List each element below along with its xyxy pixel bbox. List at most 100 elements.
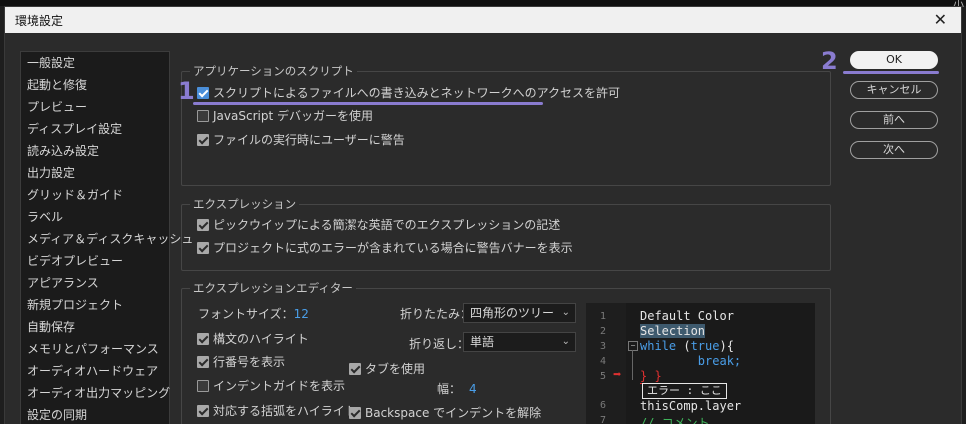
checkbox-checked-icon[interactable] bbox=[197, 87, 209, 99]
sidebar-item-new-project[interactable]: 新規プロジェクト bbox=[21, 294, 169, 316]
code-line-while: while (true){ bbox=[640, 339, 734, 353]
checkbox-checked-icon[interactable] bbox=[197, 405, 209, 417]
expressions-legend: エクスプレッション bbox=[190, 196, 300, 212]
tab-width-label: 幅： bbox=[437, 382, 462, 396]
dialog-title: 環境設定 bbox=[15, 14, 64, 28]
checkbox-label: タブを使用 bbox=[365, 362, 426, 376]
code-line-selection: Selection bbox=[640, 324, 706, 338]
ok-button[interactable]: OK bbox=[850, 51, 938, 69]
annotation-number-1: 1 bbox=[178, 77, 195, 105]
checkbox-label: Backspace でインデントを解除 bbox=[365, 406, 542, 420]
sidebar-item-audio-hardware[interactable]: オーディオハードウェア bbox=[21, 360, 169, 382]
checkbox-checked-icon[interactable] bbox=[197, 134, 209, 146]
checkbox-label: 行番号を表示 bbox=[213, 355, 286, 369]
error-tooltip: エラー : ここ bbox=[642, 383, 727, 399]
tab-width-value[interactable]: 4 bbox=[469, 382, 477, 396]
backspace-unindent-checkbox[interactable]: Backspace でインデントを解除 bbox=[349, 404, 541, 422]
close-icon[interactable]: ✕ bbox=[934, 10, 947, 29]
sidebar-item-appearance[interactable]: アピアランス bbox=[21, 272, 169, 294]
next-button[interactable]: 次へ bbox=[850, 141, 938, 159]
fold-style-value: 四角形のツリー bbox=[470, 306, 555, 320]
checkbox-label: インデントガイドを表示 bbox=[213, 379, 346, 393]
checkbox-checked-icon[interactable] bbox=[197, 242, 209, 254]
checkbox-label: ピックウイップによる簡潔な英語でのエクスプレッションの記述 bbox=[213, 218, 561, 232]
pickwhip-english-checkbox[interactable]: ピックウイップによる簡潔な英語でのエクスプレッションの記述 bbox=[197, 216, 560, 234]
line-number: 2 bbox=[600, 326, 607, 337]
checkbox-label: 対応する括弧をハイライト bbox=[213, 404, 357, 418]
cancel-button[interactable]: キャンセル bbox=[850, 81, 938, 99]
error-marker-icon: ➡ bbox=[613, 367, 622, 383]
sidebar-item-output[interactable]: 出力設定 bbox=[21, 162, 169, 184]
warn-on-file-run-checkbox[interactable]: ファイルの実行時にユーザーに警告 bbox=[197, 131, 405, 149]
code-preview: 1 2 3 4 5 6 7 − ➡ Default Color Selectio… bbox=[586, 303, 815, 424]
sidebar-item-audio-output-mapping[interactable]: オーディオ出力マッピング bbox=[21, 382, 170, 404]
checkbox-checked-icon[interactable] bbox=[197, 219, 209, 231]
checkbox-label: JavaScript デバッガーを使用 bbox=[213, 109, 373, 123]
javascript-debugger-checkbox[interactable]: JavaScript デバッガーを使用 bbox=[197, 107, 373, 125]
annotation-underline bbox=[193, 102, 543, 105]
code-line-error-brace: } } bbox=[640, 369, 662, 384]
checkbox-unchecked-icon[interactable] bbox=[197, 110, 209, 122]
sidebar-item-previews[interactable]: プレビュー bbox=[21, 96, 169, 118]
checkbox-unchecked-icon[interactable] bbox=[197, 380, 209, 392]
indent-guides-checkbox[interactable]: インデントガイドを表示 bbox=[197, 377, 345, 395]
wrap-label: 折り返し： bbox=[409, 337, 470, 351]
line-number: 3 bbox=[600, 341, 607, 352]
checkbox-checked-icon[interactable] bbox=[349, 407, 361, 419]
expression-editor-legend: エクスプレッションエディター bbox=[190, 280, 356, 296]
sidebar-item-import[interactable]: 読み込み設定 bbox=[21, 140, 169, 162]
sidebar-item-auto-save[interactable]: 自動保存 bbox=[21, 316, 169, 338]
checkbox-checked-icon[interactable] bbox=[197, 333, 209, 345]
sidebar-item-grids-guides[interactable]: グリッド＆ガイド bbox=[21, 184, 169, 206]
checkbox-checked-icon[interactable] bbox=[197, 356, 209, 368]
line-number: 7 bbox=[600, 415, 607, 424]
font-size-label: フォントサイズ： bbox=[198, 307, 294, 321]
chevron-down-icon: ⌄ bbox=[561, 307, 570, 318]
sidebar-item-memory-performance[interactable]: メモリとパフォーマンス bbox=[21, 338, 169, 360]
checkbox-label: 構文のハイライト bbox=[213, 332, 309, 346]
fold-guide-line bbox=[632, 350, 633, 380]
fold-label: 折りたたみ： bbox=[400, 307, 473, 321]
sidebar-item-general[interactable]: 一般設定 bbox=[21, 52, 169, 74]
category-list[interactable]: 一般設定 起動と修復 プレビュー ディスプレイ設定 読み込み設定 出力設定 グリ… bbox=[20, 51, 193, 424]
keyword-token: true bbox=[690, 339, 720, 353]
title-bar: 環境設定 ✕ bbox=[5, 7, 961, 33]
sidebar-item-media-cache[interactable]: メディア＆ディスクキャッシュ bbox=[21, 228, 193, 250]
line-number: 6 bbox=[600, 400, 607, 411]
sidebar-item-sync-settings[interactable]: 設定の同期 bbox=[21, 404, 169, 424]
code-line-break: break; bbox=[640, 354, 742, 368]
chevron-down-icon: ⌄ bbox=[561, 336, 570, 347]
line-number: 5 bbox=[600, 371, 607, 382]
line-numbers-checkbox[interactable]: 行番号を表示 bbox=[197, 353, 285, 371]
bracket-highlight-checkbox[interactable]: 対応する括弧をハイライト bbox=[197, 402, 357, 420]
sidebar-item-startup-repair[interactable]: 起動と修復 bbox=[21, 74, 169, 96]
sidebar-item-labels[interactable]: ラベル bbox=[21, 206, 169, 228]
sidebar-item-display[interactable]: ディスプレイ設定 bbox=[21, 118, 169, 140]
preferences-dialog: 環境設定 ✕ 一般設定 起動と修復 プレビュー ディスプレイ設定 読み込み設定 … bbox=[4, 6, 962, 424]
code-line-thiscomp: thisComp.layer bbox=[640, 399, 742, 413]
keyword-token: while bbox=[640, 339, 677, 353]
tab-width-row: 幅： 4 bbox=[437, 380, 477, 397]
annotation-number-2: 2 bbox=[821, 47, 838, 75]
font-size-value[interactable]: 12 bbox=[294, 307, 309, 321]
wrap-value: 単語 bbox=[470, 335, 495, 349]
syntax-highlight-checkbox[interactable]: 構文のハイライト bbox=[197, 330, 309, 348]
use-tabs-checkbox[interactable]: タブを使用 bbox=[349, 360, 425, 378]
app-scripts-legend: アプリケーションのスクリプト bbox=[190, 63, 357, 79]
line-number: 4 bbox=[600, 356, 607, 367]
previous-button[interactable]: 前へ bbox=[850, 111, 938, 129]
fold-toggle-icon[interactable]: − bbox=[628, 341, 638, 351]
expression-error-banner-checkbox[interactable]: プロジェクトに式のエラーが含まれている場合に警告バナーを表示 bbox=[197, 239, 573, 257]
font-size-row: フォントサイズ：12 bbox=[198, 305, 309, 322]
sidebar-item-video-preview[interactable]: ビデオプレビュー bbox=[21, 250, 169, 272]
code-line-default: Default Color bbox=[640, 309, 734, 323]
checkbox-checked-icon[interactable] bbox=[349, 363, 361, 375]
checkbox-label: ファイルの実行時にユーザーに警告 bbox=[213, 133, 405, 147]
fold-style-dropdown[interactable]: 四角形のツリー ⌄ bbox=[463, 303, 576, 323]
expressions-group: エクスプレッション bbox=[181, 196, 831, 271]
allow-scripts-write-network-checkbox[interactable]: スクリプトによるファイルへの書き込みとネットワークへのアクセスを許可 bbox=[197, 84, 620, 102]
checkbox-label: スクリプトによるファイルへの書き込みとネットワークへのアクセスを許可 bbox=[213, 86, 621, 100]
annotation-underline bbox=[843, 71, 939, 74]
wrap-dropdown[interactable]: 単語 ⌄ bbox=[463, 332, 576, 352]
line-number: 1 bbox=[600, 311, 607, 322]
